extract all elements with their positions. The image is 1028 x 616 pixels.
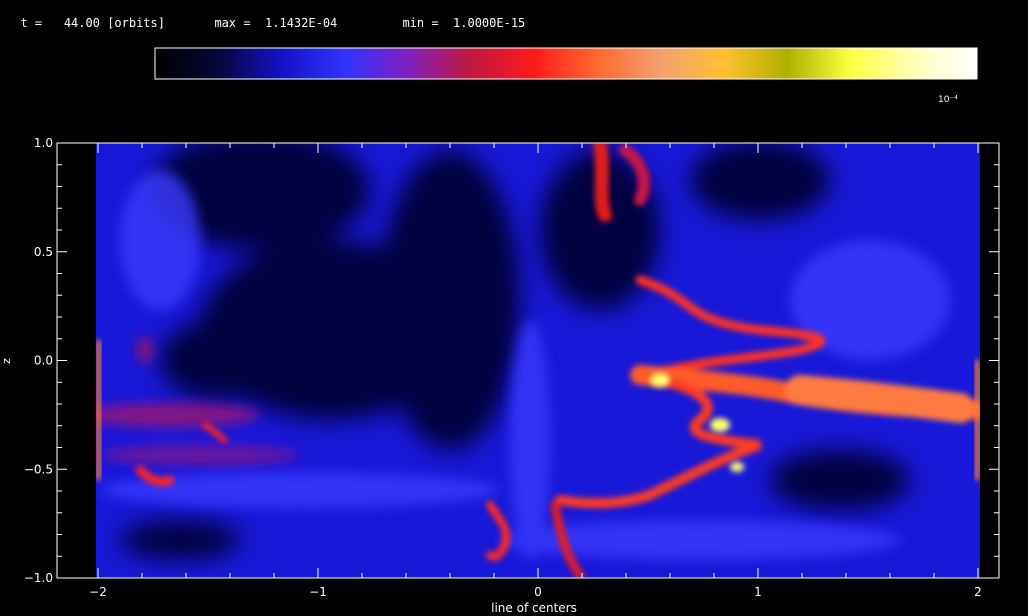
x-tick-label: 1	[754, 585, 762, 599]
x-tick-label: −2	[89, 585, 107, 599]
y-tick-label: −0.5	[24, 462, 53, 476]
x-tick-label: 2	[974, 585, 982, 599]
y-axis-label: z	[0, 358, 13, 364]
x-tick-label: 0	[534, 585, 542, 599]
y-tick-label: −1.0	[24, 571, 53, 585]
x-axis-label: line of centers	[491, 601, 577, 615]
density-field	[96, 143, 980, 578]
colorbar-scale-label: 10⁻⁴	[938, 95, 958, 105]
x-tick-label: −1	[309, 585, 327, 599]
y-tick-label: 0.0	[34, 354, 53, 368]
density-plot: 10⁻⁴ −2 −1 0 1 2−1.0−0.50.00.51.0 z line…	[0, 47, 1000, 615]
y-tick-label: 0.5	[34, 245, 53, 259]
colorbar	[154, 47, 978, 80]
y-tick-label: 1.0	[34, 136, 53, 150]
